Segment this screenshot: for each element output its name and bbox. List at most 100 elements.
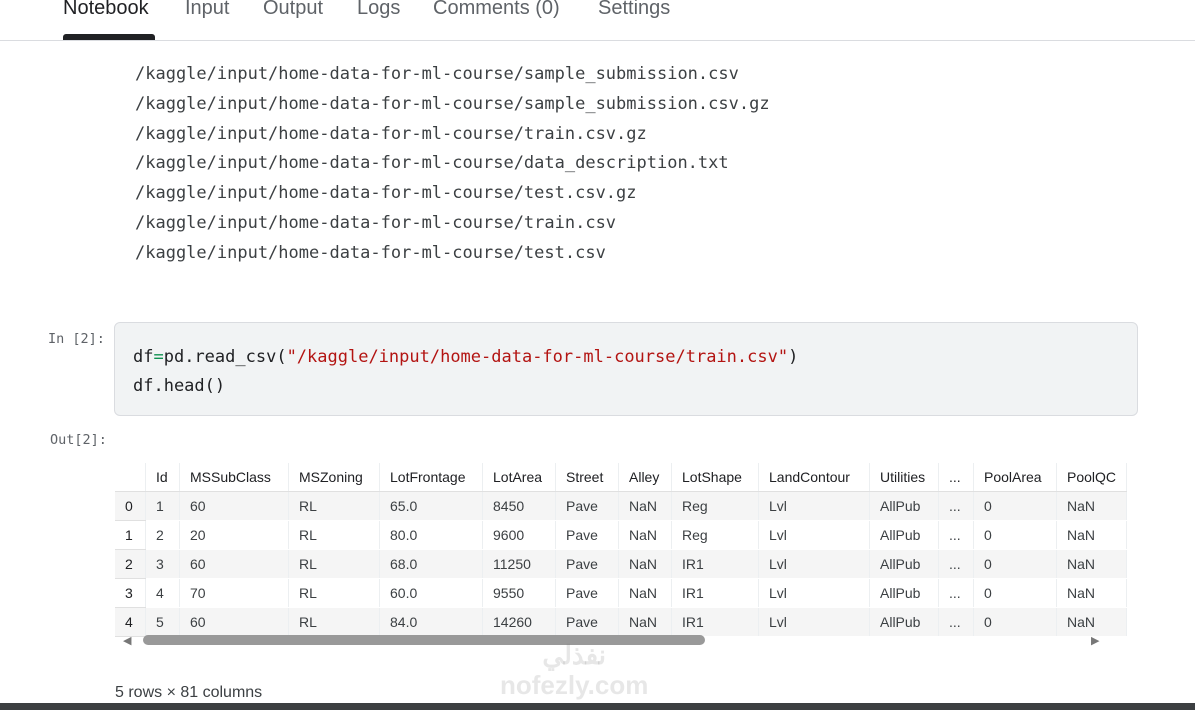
table-cell: Reg <box>671 491 759 521</box>
file-path: /kaggle/input/home-data-for-ml-course/da… <box>135 153 729 174</box>
column-header: MSSubClass <box>179 463 289 492</box>
table-cell: RL <box>288 491 380 521</box>
column-header: MSZoning <box>288 463 380 492</box>
table-cell: RL <box>288 549 380 579</box>
code-token: pd.read_csv( <box>163 347 287 367</box>
bottom-bar <box>0 703 1195 710</box>
table-cell: 68.0 <box>379 549 483 579</box>
column-header: LandContour <box>758 463 870 492</box>
tab-input[interactable]: Input <box>185 0 229 20</box>
table-cell: 80.0 <box>379 520 483 550</box>
table-cell: RL <box>288 520 380 550</box>
table-cell: AllPub <box>869 578 939 608</box>
table-cell: 65.0 <box>379 491 483 521</box>
column-header: Utilities <box>869 463 939 492</box>
table-cell: 3 <box>145 549 180 579</box>
table-cell: IR1 <box>671 578 759 608</box>
tab-output[interactable]: Output <box>263 0 323 20</box>
dataframe-table: Id MSSubClass MSZoning LotFrontage LotArea St… <box>115 463 1128 637</box>
table-cell: NaN <box>1056 520 1128 550</box>
watermark-logo: نفذلي nofezly.com <box>500 640 649 700</box>
column-header: Street <box>555 463 619 492</box>
table-cell: 0 <box>973 578 1057 608</box>
table-cell: NaN <box>618 578 672 608</box>
table-cell: 11250 <box>482 549 556 579</box>
tab-settings[interactable]: Settings <box>598 0 670 20</box>
table-cell: IR1 <box>671 549 759 579</box>
table-cell: ... <box>938 491 974 521</box>
table-cell: 60 <box>179 549 289 579</box>
tab-notebook[interactable]: Notebook <box>63 0 149 20</box>
column-header: Alley <box>618 463 672 492</box>
tab-logs[interactable]: Logs <box>357 0 400 20</box>
file-path: /kaggle/input/home-data-for-ml-course/te… <box>135 183 637 204</box>
code-text[interactable]: df=pd.read_csv("/kaggle/input/home-data-… <box>133 343 798 401</box>
table-cell: Lvl <box>758 491 870 521</box>
table-cell: AllPub <box>869 491 939 521</box>
file-path: /kaggle/input/home-data-for-ml-course/tr… <box>135 212 617 233</box>
scroll-right-icon[interactable]: ▶ <box>1091 634 1099 647</box>
code-token: df.head() <box>133 376 226 396</box>
table-cell: NaN <box>618 491 672 521</box>
table-cell: 4 <box>145 578 180 608</box>
row-index: 1 <box>115 520 146 550</box>
notebook-tabs: Notebook Input Output Logs Comments (0) … <box>0 0 1195 41</box>
column-header: ... <box>938 463 974 492</box>
row-index: 2 <box>115 549 146 579</box>
table-cell: AllPub <box>869 549 939 579</box>
row-index: 3 <box>115 578 146 608</box>
table-row: 1 2 20 RL 80.0 9600 Pave NaN Reg Lvl AllPub... 0 NaN <box>115 520 1128 550</box>
table-cell: Reg <box>671 520 759 550</box>
table-cell: 70 <box>179 578 289 608</box>
table-cell: Lvl <box>758 520 870 550</box>
column-header: LotArea <box>482 463 556 492</box>
table-cell: RL <box>288 578 380 608</box>
active-tab-indicator <box>63 34 155 40</box>
table-cell: 9550 <box>482 578 556 608</box>
table-row: 0 1 60 RL 65.0 8450 Pave NaN Reg Lvl AllPub... 0 NaN <box>115 491 1128 521</box>
table-cell: Pave <box>555 578 619 608</box>
table-cell: Pave <box>555 520 619 550</box>
table-row: 2 3 60 RL 68.0 11250 Pave NaN IR1 Lvl AllPub... 0 Na… <box>115 549 1128 579</box>
table-cell: AllPub <box>869 520 939 550</box>
file-path: /kaggle/input/home-data-for-ml-course/sa… <box>135 64 739 84</box>
table-cell: 8450 <box>482 491 556 521</box>
table-cell: 1 <box>145 491 180 521</box>
file-path: /kaggle/input/home-data-for-ml-course/te… <box>135 242 606 263</box>
column-header <box>115 463 146 492</box>
column-header: Id <box>145 463 180 492</box>
column-header: PoolQC <box>1056 463 1128 492</box>
table-cell: NaN <box>618 549 672 579</box>
table-cell: NaN <box>1056 549 1128 579</box>
table-cell: 0 <box>973 549 1057 579</box>
table-cell: 0 <box>973 491 1057 521</box>
table-cell: ... <box>938 549 974 579</box>
table-cell: 60 <box>179 491 289 521</box>
table-cell: Pave <box>555 549 619 579</box>
scroll-left-icon[interactable]: ◀ <box>123 634 131 647</box>
code-token: = <box>153 347 164 367</box>
table-cell: ... <box>938 578 974 608</box>
table-cell: Pave <box>555 491 619 521</box>
code-cell[interactable]: df=pd.read_csv("/kaggle/input/home-data-… <box>114 322 1138 416</box>
column-header: PoolArea <box>973 463 1057 492</box>
table-row: 3 4 70 RL 60.0 9550 Pave NaN IR1 Lvl AllPub... 0 NaN <box>115 578 1128 608</box>
tab-comments[interactable]: Comments (0) <box>433 0 560 20</box>
scrollbar-thumb[interactable] <box>143 635 705 645</box>
table-cell: 9600 <box>482 520 556 550</box>
table-cell: 2 <box>145 520 180 550</box>
horizontal-scrollbar[interactable]: ◀ ▶ <box>115 632 1110 648</box>
table-cell: Lvl <box>758 578 870 608</box>
table-cell: NaN <box>1056 578 1128 608</box>
output-file-list: /kaggle/input/home-data-for-ml-course/sa… <box>135 60 770 269</box>
row-index: 0 <box>115 491 146 521</box>
column-header: LotFrontage <box>379 463 483 492</box>
table-cell: ... <box>938 520 974 550</box>
table-cell: 0 <box>973 520 1057 550</box>
out-prompt: Out[2]: <box>50 432 107 448</box>
code-token: df <box>133 347 154 367</box>
table-cell: Lvl <box>758 549 870 579</box>
table-shape: 5 rows × 81 columns <box>115 684 263 701</box>
file-path: /kaggle/input/home-data-for-ml-course/sa… <box>135 93 770 114</box>
table-cell: 20 <box>179 520 289 550</box>
